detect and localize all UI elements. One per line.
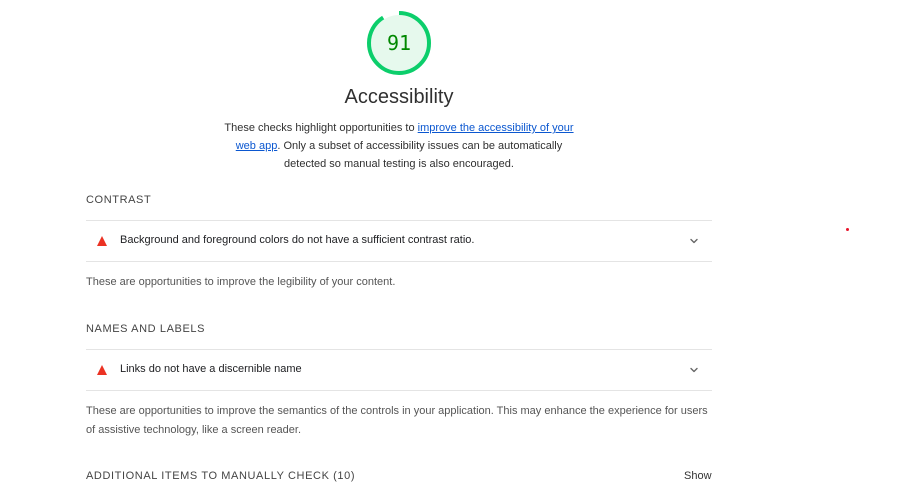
description-text-end: . Only a subset of accessibility issues … [277,140,563,170]
cursor-dot [846,228,849,231]
show-manual-checks-button[interactable]: Show [684,470,712,482]
group-description-contrast: These are opportunities to improve the l… [86,276,396,288]
description-text-start: These checks highlight opportunities to [224,122,418,134]
group-description-names-labels: These are opportunities to improve the s… [86,405,708,436]
score-value: 91 [386,31,412,55]
group-header-names-labels: NAMES AND LABELS [86,323,206,335]
category-description: These checks highlight opportunities to … [222,119,576,173]
manual-checks-title: ADDITIONAL ITEMS TO MANUALLY CHECK [86,470,330,482]
score-gauge: 91 [366,10,432,76]
manual-checks-count: (10) [333,470,356,482]
audit-title: Background and foreground colors do not … [120,234,475,246]
audit-row-color-contrast[interactable]: Background and foreground colors do not … [86,220,712,262]
category-title: Accessibility [344,86,454,108]
manual-checks-header[interactable]: ADDITIONAL ITEMS TO MANUALLY CHECK (10) [86,470,355,482]
chevron-down-icon[interactable] [688,364,700,376]
fail-triangle-icon [97,236,107,246]
fail-triangle-icon [97,365,107,375]
audit-row-link-name[interactable]: Links do not have a discernible name [86,349,712,391]
audit-title: Links do not have a discernible name [120,363,302,375]
group-header-contrast: CONTRAST [86,194,152,206]
chevron-down-icon[interactable] [688,235,700,247]
accessibility-report: 91 Accessibility These checks highlight … [0,0,901,492]
